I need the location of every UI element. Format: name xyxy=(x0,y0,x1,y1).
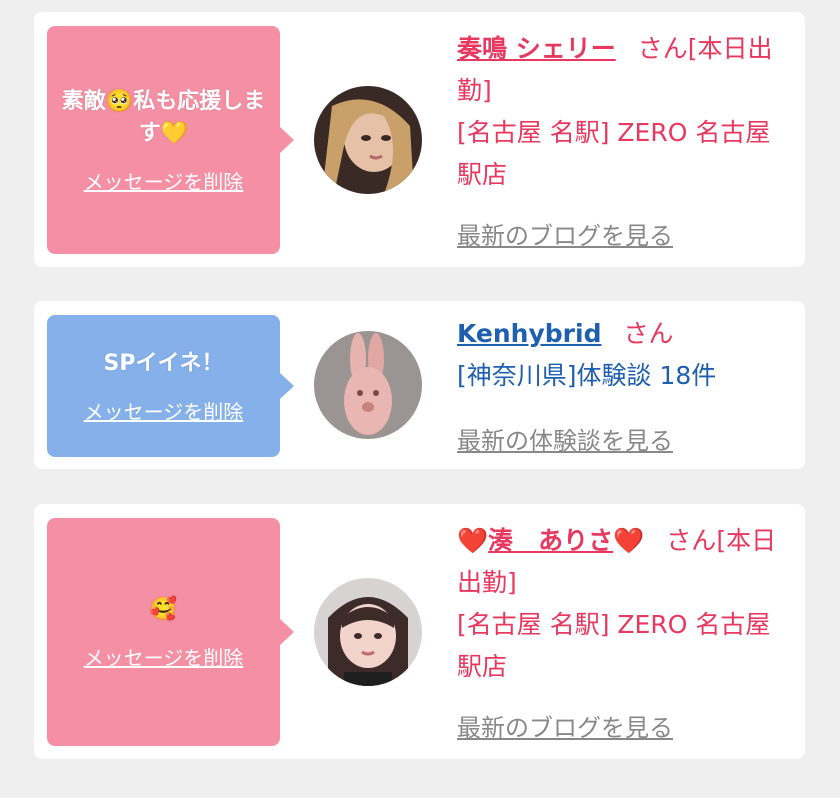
avatar-photo-icon xyxy=(314,86,422,194)
message-card: SPイイネ！ メッセージを削除 Kenhybrid さん [神奈川県]体験談 18… xyxy=(34,301,805,469)
profile-info: Kenhybrid さん [神奈川県]体験談 18件 xyxy=(457,313,787,397)
message-text: SPイイネ！ xyxy=(103,350,224,376)
message-bubble: 素敵🥺私も応援します💛 メッセージを削除 xyxy=(47,26,294,254)
profile-name-text: 湊 ありさ xyxy=(488,526,614,555)
review-link[interactable]: 最新の体験談を見る xyxy=(457,421,673,456)
message-card: 🥰 メッセージを削除 ❤️湊 ありさ❤️ さん[本日出勤] [名古屋 名駅] ZE… xyxy=(34,504,805,759)
profile-info: ❤️湊 ありさ❤️ さん[本日出勤] [名古屋 名駅] ZERO 名古屋駅店 xyxy=(457,520,787,688)
message-bubble: 🥰 メッセージを削除 xyxy=(47,518,294,746)
honorific: さん xyxy=(666,526,717,555)
avatar[interactable] xyxy=(314,331,422,439)
avatar[interactable] xyxy=(314,578,422,686)
honorific: さん xyxy=(623,319,674,348)
heart-icon: ❤️ xyxy=(613,526,645,555)
delete-message-link[interactable]: メッセージを削除 xyxy=(84,642,244,671)
message-card: 素敵🥺私も応援します💛 メッセージを削除 奏鳴 シェリー さん[本日出勤] [名古… xyxy=(34,12,805,267)
shop-text: [名古屋 名駅] ZERO 名古屋駅店 xyxy=(457,610,771,681)
review-count-text: [神奈川県]体験談 18件 xyxy=(457,361,717,390)
message-bubble: SPイイネ！ メッセージを削除 xyxy=(47,315,294,457)
honorific: さん xyxy=(637,34,688,63)
avatar-photo-icon xyxy=(314,331,422,439)
profile-info: 奏鳴 シェリー さん[本日出勤] [名古屋 名駅] ZERO 名古屋駅店 xyxy=(457,28,787,196)
message-text: 素敵🥺私も応援します💛 xyxy=(61,88,266,146)
heart-icon: ❤️ xyxy=(457,526,489,555)
profile-name-link[interactable]: Kenhybrid xyxy=(457,319,601,348)
avatar[interactable] xyxy=(314,86,422,194)
delete-message-link[interactable]: メッセージを削除 xyxy=(84,166,244,195)
profile-name-link[interactable]: 奏鳴 シェリー xyxy=(457,34,616,63)
shop-text: [名古屋 名駅] ZERO 名古屋駅店 xyxy=(457,118,771,189)
delete-message-link[interactable]: メッセージを削除 xyxy=(84,396,244,425)
blog-link[interactable]: 最新のブログを見る xyxy=(457,708,673,743)
avatar-photo-icon xyxy=(314,578,422,686)
profile-name-link[interactable]: ❤️湊 ありさ❤️ xyxy=(457,526,644,555)
blog-link[interactable]: 最新のブログを見る xyxy=(457,216,673,251)
message-text: 🥰 xyxy=(149,596,178,622)
